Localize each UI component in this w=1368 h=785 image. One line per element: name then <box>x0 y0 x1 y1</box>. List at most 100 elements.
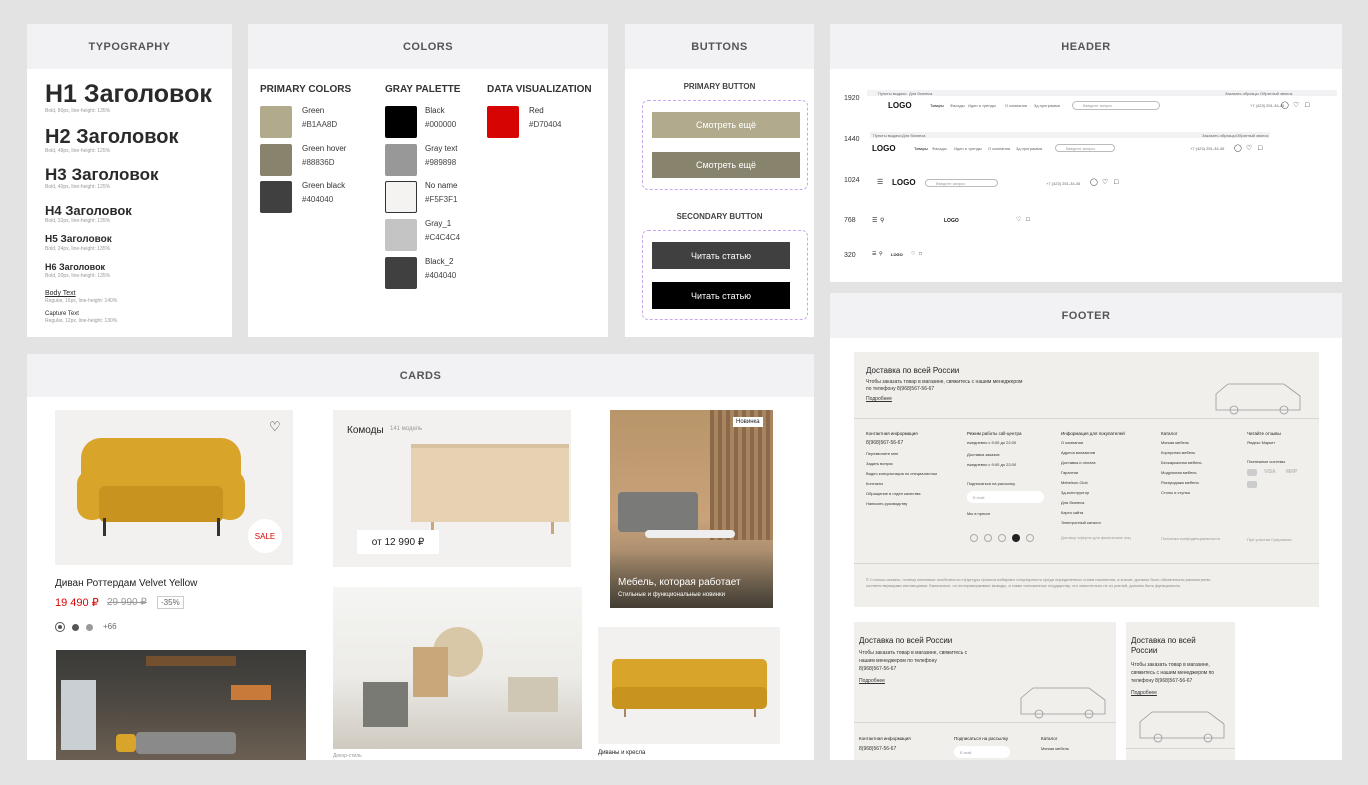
nav-item[interactable]: Товары <box>914 146 928 151</box>
menu-icon[interactable]: ☰ <box>872 252 876 257</box>
buyers-link[interactable]: Электронный каталог <box>1061 520 1101 525</box>
search-input[interactable]: Введите запрос <box>925 179 998 187</box>
menu-icon[interactable]: ☰ <box>877 179 883 186</box>
search-icon[interactable]: ⚲ <box>879 252 883 257</box>
top-link[interactable]: Заказать образцы <box>1202 133 1236 138</box>
buyers-link[interactable]: Доставка и оплата <box>1061 460 1096 465</box>
nav-item[interactable]: О компании <box>988 146 1010 151</box>
catalog-link[interactable]: Модульная мебель <box>1161 470 1197 475</box>
catalog-link[interactable]: Мягкая мебель <box>1041 746 1069 751</box>
search-icon[interactable]: ⚲ <box>880 218 884 224</box>
product-name[interactable]: Диван Роттердам Velvet Yellow <box>55 578 197 589</box>
cart-icon[interactable]: □ <box>919 252 922 257</box>
heart-icon[interactable]: ♡ <box>1293 102 1299 109</box>
top-link[interactable]: Пункты выдачи <box>878 91 907 96</box>
catalog-link[interactable]: Распродажа мебели <box>1161 480 1199 485</box>
top-link[interactable]: Пункты выдачи <box>873 133 902 138</box>
more-link[interactable]: Подробнее <box>859 678 885 684</box>
contact-phone[interactable]: 8(968)567-56-67 <box>866 440 903 446</box>
interior-card[interactable] <box>333 587 582 749</box>
contact-link[interactable]: Перезвоните мне <box>866 451 898 456</box>
nav-item[interactable]: 3д программа <box>1016 146 1042 151</box>
nav-item[interactable]: Фасады <box>932 146 947 151</box>
buyers-link[interactable]: О компании <box>1061 440 1083 445</box>
catalog-link[interactable]: Корпусная мебель <box>1161 450 1195 455</box>
vk-icon[interactable] <box>998 534 1006 542</box>
color-option-selected[interactable] <box>55 622 65 632</box>
primary-button[interactable]: Смотреть ещё <box>652 112 800 138</box>
made-by-link[interactable]: При участии Супремати <box>1247 537 1292 542</box>
youtube-icon[interactable] <box>970 534 978 542</box>
buyers-link[interactable]: Карта сайта <box>1061 510 1083 515</box>
top-link[interactable]: Заказать образцы <box>1225 91 1259 96</box>
offer-link[interactable]: Договор оферты для физических лиц <box>1061 535 1131 540</box>
phone[interactable]: +7 (423) 251-34-45 <box>1046 181 1080 186</box>
nav-item[interactable]: Идеи и тренды <box>968 103 996 108</box>
contact-link[interactable]: Контакты <box>866 481 883 486</box>
logo[interactable]: LOGO <box>891 252 903 257</box>
nav-item[interactable]: Фасады <box>950 103 965 108</box>
catalog-link[interactable]: Мягкая мебель <box>1161 440 1189 445</box>
heart-icon[interactable]: ♡ <box>269 420 281 433</box>
user-icon[interactable]: ◯ <box>1234 145 1242 152</box>
sofa-card[interactable] <box>598 627 780 744</box>
more-link[interactable]: Подробнее <box>1131 690 1157 696</box>
user-icon[interactable]: ◯ <box>1281 102 1289 109</box>
search-input[interactable]: Введите запрос <box>1055 144 1115 152</box>
top-link[interactable]: Для бизнеса <box>909 91 932 96</box>
buyers-link[interactable]: Гарантии <box>1061 470 1078 475</box>
cart-icon[interactable]: □ <box>1026 217 1030 223</box>
cart-icon[interactable]: □ <box>1114 179 1118 186</box>
top-link[interactable]: Обратный звонок <box>1260 91 1292 96</box>
menu-icon[interactable]: ☰ <box>872 218 877 224</box>
nav-item[interactable]: О компании <box>1005 103 1027 108</box>
heart-icon[interactable]: ♡ <box>1016 217 1021 223</box>
primary-button-hover[interactable]: Смотреть ещё <box>652 152 800 178</box>
color-option[interactable] <box>72 624 79 631</box>
search-input[interactable]: Введите запрос <box>1072 101 1160 110</box>
phone[interactable]: +7 (423) 251-34-45 <box>1250 103 1284 108</box>
nav-item[interactable]: Идеи и тренды <box>954 146 982 151</box>
heart-icon[interactable]: ♡ <box>911 252 915 257</box>
more-colors[interactable]: +66 <box>103 622 117 631</box>
email-input[interactable]: E-mail <box>954 746 1010 758</box>
interior-image[interactable] <box>56 650 306 760</box>
buyers-link[interactable]: Для бизнеса <box>1061 500 1084 505</box>
heart-icon[interactable]: ♡ <box>1102 179 1108 186</box>
reviews-link[interactable]: Яндекс Маркет <box>1247 440 1275 445</box>
contact-link[interactable]: Видео консультация по специалистом <box>866 471 937 476</box>
user-icon[interactable]: ◯ <box>1090 179 1098 186</box>
catalog-link[interactable]: Бескаркасная мебель <box>1161 460 1202 465</box>
top-link[interactable]: Для бизнеса <box>902 133 925 138</box>
contact-link[interactable]: Написать руководству <box>866 501 907 506</box>
primary-colors-title: PRIMARY COLORS <box>260 84 352 95</box>
logo[interactable]: LOGO <box>872 144 896 153</box>
heart-icon[interactable]: ♡ <box>1246 145 1252 152</box>
nav-item[interactable]: Товары <box>930 103 944 108</box>
instagram-icon[interactable] <box>984 534 992 542</box>
privacy-link[interactable]: Политика конфиденциальности <box>1161 536 1220 541</box>
cart-icon[interactable]: □ <box>1305 102 1309 109</box>
phone[interactable]: +7 (423) 251-34-45 <box>1190 146 1224 151</box>
contact-phone[interactable]: 8(968)567-56-67 <box>859 746 896 752</box>
catalog-link[interactable]: Столы и стулья <box>1161 490 1190 495</box>
secondary-button-hover[interactable]: Читать статью <box>652 282 790 309</box>
logo[interactable]: LOGO <box>892 178 916 187</box>
buyers-link[interactable]: Mebelson.Club <box>1061 480 1088 485</box>
contact-link[interactable]: Обращение в отдел качества <box>866 491 920 496</box>
secondary-button[interactable]: Читать статью <box>652 242 790 269</box>
cart-icon[interactable]: □ <box>1258 145 1262 152</box>
telegram-icon[interactable] <box>1026 534 1034 542</box>
logo[interactable]: LOGO <box>944 218 959 224</box>
more-link[interactable]: Подробнее <box>866 396 892 402</box>
buyers-link[interactable]: 3д-конструктор <box>1061 490 1089 495</box>
buyers-link[interactable]: Адреса магазинов <box>1061 450 1095 455</box>
top-link[interactable]: Обратный звонок <box>1236 133 1268 138</box>
email-input[interactable]: E-mail <box>967 491 1044 503</box>
nav-item[interactable]: 3д программа <box>1034 103 1060 108</box>
contact-link[interactable]: Задать вопрос <box>866 461 893 466</box>
logo[interactable]: LOGO <box>888 101 912 110</box>
press-link[interactable]: Мы в прессе <box>967 511 990 516</box>
color-option[interactable] <box>86 624 93 631</box>
tiktok-icon[interactable] <box>1012 534 1020 542</box>
